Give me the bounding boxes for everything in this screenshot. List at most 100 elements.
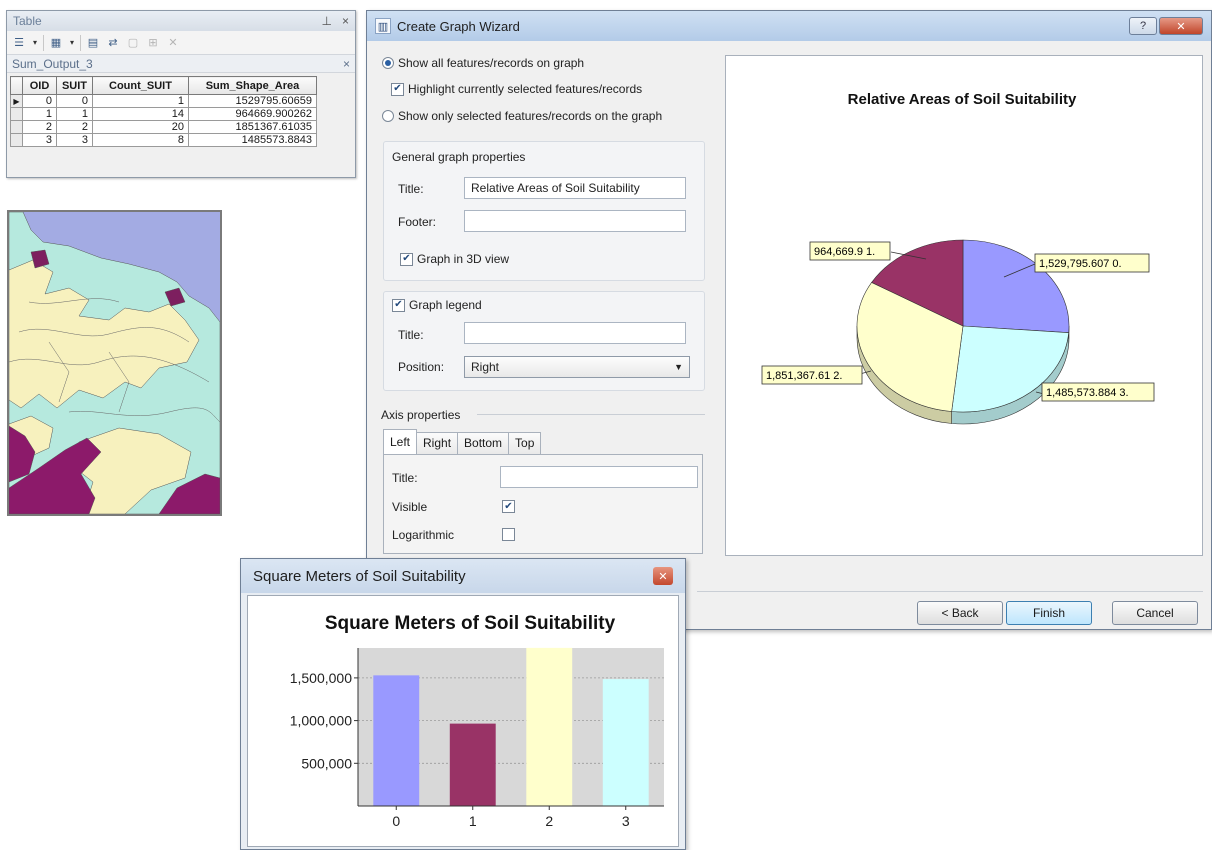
table-row[interactable]: ▶ 0 0 1 1529795.60659 bbox=[10, 94, 317, 108]
table-tab[interactable]: Sum_Output_3 × bbox=[7, 55, 355, 73]
graph-3d-option[interactable]: ✔ Graph in 3D view bbox=[400, 252, 509, 266]
graph-app-icon: ▥ bbox=[375, 18, 391, 34]
table-row[interactable]: 2 2 20 1851367.61035 bbox=[10, 120, 317, 134]
bar-chart: Square Meters of Soil Suitability 500,00… bbox=[290, 613, 664, 829]
column-header[interactable]: Sum_Shape_Area bbox=[188, 76, 317, 95]
table-row[interactable]: 3 3 8 1485573.8843 bbox=[10, 133, 317, 147]
option-show-only-selected[interactable]: Show only selected features/records on t… bbox=[382, 109, 662, 123]
checkbox[interactable]: ✔ bbox=[392, 298, 405, 312]
close-icon[interactable]: × bbox=[343, 57, 350, 71]
close-button[interactable]: ✕ bbox=[1159, 17, 1203, 35]
table-cell: 8 bbox=[92, 133, 189, 147]
bar-window-title: Square Meters of Soil Suitability bbox=[253, 567, 466, 585]
axis-properties-header: Axis properties bbox=[381, 408, 461, 422]
radio-button[interactable] bbox=[382, 57, 394, 69]
visible-checkbox[interactable]: ✔ bbox=[502, 500, 515, 513]
x-tick-label: 3 bbox=[622, 813, 630, 829]
bar-2 bbox=[526, 647, 573, 806]
table-cell: 14 bbox=[92, 107, 189, 121]
table-row[interactable]: 1 1 14 964669.900262 bbox=[10, 107, 317, 121]
table-options-icon[interactable]: ☰ bbox=[11, 35, 27, 51]
option-label: Show all features/records on graph bbox=[398, 56, 585, 70]
table-cell: 2 bbox=[22, 120, 57, 134]
logarithmic-label: Logarithmic bbox=[392, 528, 455, 542]
wizard-title: Create Graph Wizard bbox=[397, 18, 520, 34]
table-cell: 2 bbox=[56, 120, 93, 134]
back-button[interactable]: < Back bbox=[917, 601, 1003, 625]
checkbox[interactable]: ✔ bbox=[391, 82, 404, 96]
legend-position-select[interactable]: Right ▼ bbox=[464, 356, 690, 378]
column-header[interactable]: Count_SUIT bbox=[92, 76, 189, 95]
axis-tab-panel: Title: Visible ✔ Logarithmic bbox=[383, 454, 703, 554]
zoom-to-selected-icon[interactable]: ⊞ bbox=[145, 35, 161, 51]
row-selector-header[interactable] bbox=[10, 76, 23, 95]
checkbox[interactable]: ✔ bbox=[400, 252, 413, 266]
legend-title-input[interactable] bbox=[464, 322, 686, 344]
tab-right[interactable]: Right bbox=[416, 432, 459, 454]
current-row-arrow-icon[interactable]: ▶ bbox=[10, 94, 23, 108]
help-button[interactable]: ? bbox=[1129, 17, 1157, 35]
table-cell: 0 bbox=[22, 94, 57, 108]
legend-title-label: Title: bbox=[398, 328, 424, 342]
create-graph-wizard-dialog: ▥ Create Graph Wizard ? ✕ Show all featu… bbox=[366, 10, 1212, 630]
bar-0 bbox=[373, 675, 420, 806]
footer-input[interactable] bbox=[464, 210, 686, 232]
option-show-all[interactable]: Show all features/records on graph bbox=[382, 56, 584, 70]
option-highlight-selected[interactable]: ✔ Highlight currently selected features/… bbox=[391, 82, 642, 96]
toolbar-divider bbox=[43, 34, 44, 51]
row-selector[interactable] bbox=[10, 120, 23, 134]
visible-label: Visible bbox=[392, 500, 428, 514]
y-tick-label: 1,000,000 bbox=[290, 713, 352, 729]
graph-legend-option[interactable]: ✔ Graph legend bbox=[392, 298, 482, 312]
close-icon[interactable]: × bbox=[342, 14, 349, 28]
table-cell: 1529795.60659 bbox=[188, 94, 317, 108]
tab-left[interactable]: Left bbox=[383, 429, 418, 454]
chevron-down-icon[interactable]: ▾ bbox=[31, 35, 39, 51]
delete-selected-icon[interactable]: ✕ bbox=[165, 35, 181, 51]
table-toolbar: ☰ ▾ ▦ ▾ ▤ ⇄ ▢ ⊞ ✕ bbox=[7, 31, 355, 55]
legend-group: ✔ Graph legend Title: Position: Right ▼ bbox=[383, 291, 705, 391]
bar-chart-area: Square Meters of Soil Suitability 500,00… bbox=[247, 595, 679, 847]
toolbar-divider bbox=[80, 34, 81, 51]
selected-value: Right bbox=[471, 360, 500, 374]
table-window: Table ⊥ × ☰ ▾ ▦ ▾ ▤ ⇄ ▢ ⊞ ✕ Sum_Output_3… bbox=[6, 10, 356, 178]
chevron-down-icon: ▼ bbox=[674, 362, 683, 372]
group-header: General graph properties bbox=[392, 150, 526, 164]
pie-chart: Relative Areas of Soil Suitability 964,6… bbox=[761, 91, 1155, 425]
position-label: Position: bbox=[398, 360, 445, 374]
finish-button[interactable]: Finish bbox=[1006, 601, 1092, 625]
pin-icon[interactable]: ⊥ bbox=[322, 14, 332, 28]
table-cell: 1851367.61035 bbox=[188, 120, 317, 134]
axis-tabs: Left Right Bottom Top bbox=[383, 429, 542, 454]
tab-bottom[interactable]: Bottom bbox=[457, 432, 510, 454]
related-tables-icon[interactable]: ▦ bbox=[48, 35, 64, 51]
option-label: Graph legend bbox=[409, 298, 482, 312]
row-selector[interactable] bbox=[10, 133, 23, 147]
clear-selection-icon[interactable]: ▢ bbox=[125, 35, 141, 51]
separator bbox=[697, 591, 1203, 592]
cancel-button[interactable]: Cancel bbox=[1112, 601, 1198, 625]
pie-chart-title: Relative Areas of Soil Suitability bbox=[848, 91, 1077, 108]
switch-selection-icon[interactable]: ⇄ bbox=[105, 35, 121, 51]
title-label: Title: bbox=[398, 182, 424, 196]
option-label: Graph in 3D view bbox=[417, 252, 510, 266]
axis-title-input[interactable] bbox=[500, 466, 698, 488]
chevron-down-icon[interactable]: ▾ bbox=[68, 35, 76, 51]
pie-label: 1,529,795.607 0. bbox=[1039, 258, 1122, 270]
tab-top[interactable]: Top bbox=[508, 432, 542, 454]
pie-label: 1,485,573.884 3. bbox=[1046, 387, 1129, 399]
column-header[interactable]: SUIT bbox=[56, 76, 93, 95]
radio-button[interactable] bbox=[382, 110, 394, 122]
close-button[interactable]: ✕ bbox=[653, 567, 673, 585]
row-selector[interactable] bbox=[10, 107, 23, 121]
table-cell: 1 bbox=[92, 94, 189, 108]
column-header[interactable]: OID bbox=[22, 76, 57, 95]
graph-title-input[interactable]: Relative Areas of Soil Suitability bbox=[464, 177, 686, 199]
select-by-attributes-icon[interactable]: ▤ bbox=[85, 35, 101, 51]
logarithmic-checkbox[interactable] bbox=[502, 528, 515, 541]
pie-label: 1,851,367.61 2. bbox=[766, 370, 842, 382]
soil-suitability-map[interactable] bbox=[7, 210, 222, 516]
table-cell: 964669.900262 bbox=[188, 107, 317, 121]
table-titlebar: Table ⊥ × bbox=[7, 11, 355, 31]
table-cell: 1 bbox=[56, 107, 93, 121]
